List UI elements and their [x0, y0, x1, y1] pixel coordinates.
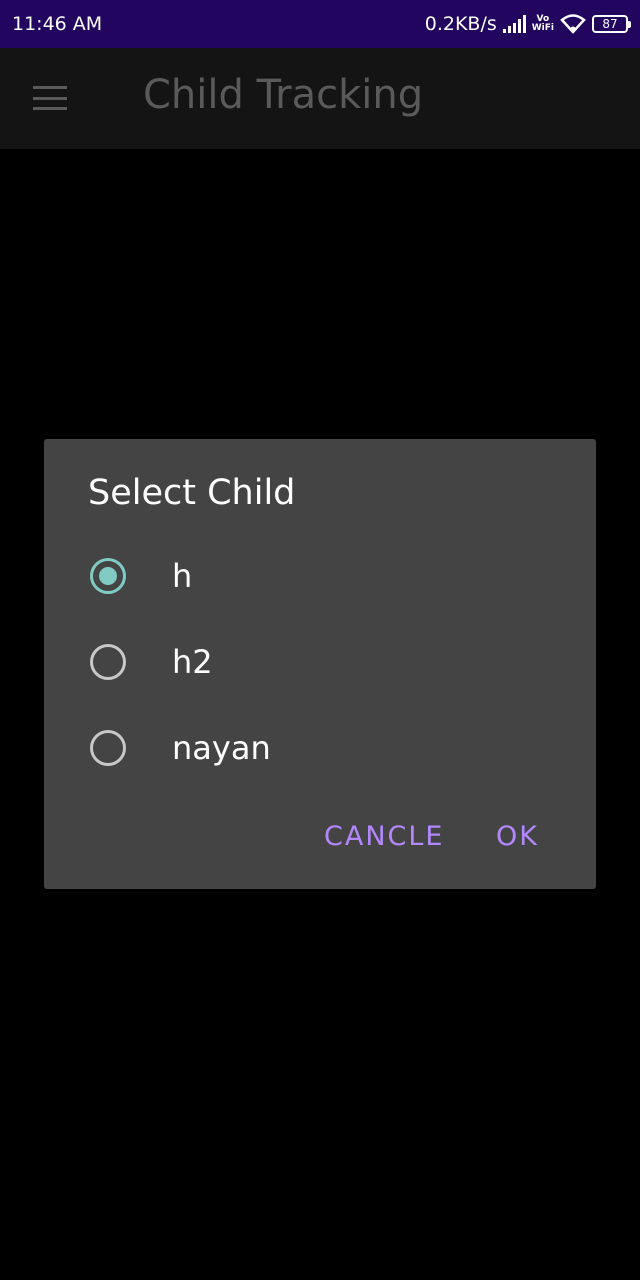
- radio-button-checked[interactable]: [90, 558, 126, 594]
- option-label: h2: [172, 643, 213, 681]
- dialog-title: Select Child: [88, 473, 296, 513]
- status-time: 11:46 AM: [12, 13, 103, 35]
- option-h2[interactable]: h2: [44, 619, 596, 705]
- option-nayan[interactable]: nayan: [44, 705, 596, 791]
- battery-icon: 87: [592, 15, 631, 33]
- wifi-icon: [560, 14, 586, 34]
- status-icons: 0.2KB/s Vo WiFi 87: [424, 13, 631, 35]
- vowifi-bottom-label: WiFi: [531, 23, 554, 33]
- option-h[interactable]: h: [44, 533, 596, 619]
- network-speed: 0.2KB/s: [424, 13, 497, 35]
- select-child-dialog: Select Child h h2 nayan CANCLE OK: [44, 439, 596, 889]
- radio-button[interactable]: [90, 730, 126, 766]
- vowifi-icon: Vo WiFi: [532, 15, 554, 33]
- ok-button[interactable]: OK: [496, 821, 539, 852]
- app-title: Child Tracking: [143, 72, 424, 118]
- cancel-button[interactable]: CANCLE: [324, 821, 444, 852]
- status-bar: 11:46 AM 0.2KB/s Vo WiFi 87: [0, 0, 640, 48]
- battery-level: 87: [602, 17, 618, 31]
- hamburger-menu-icon[interactable]: [33, 86, 67, 110]
- cell-signal-icon: [502, 15, 526, 33]
- app-bar: Child Tracking: [0, 48, 640, 149]
- option-label: h: [172, 557, 193, 595]
- radio-button[interactable]: [90, 644, 126, 680]
- option-label: nayan: [172, 729, 271, 767]
